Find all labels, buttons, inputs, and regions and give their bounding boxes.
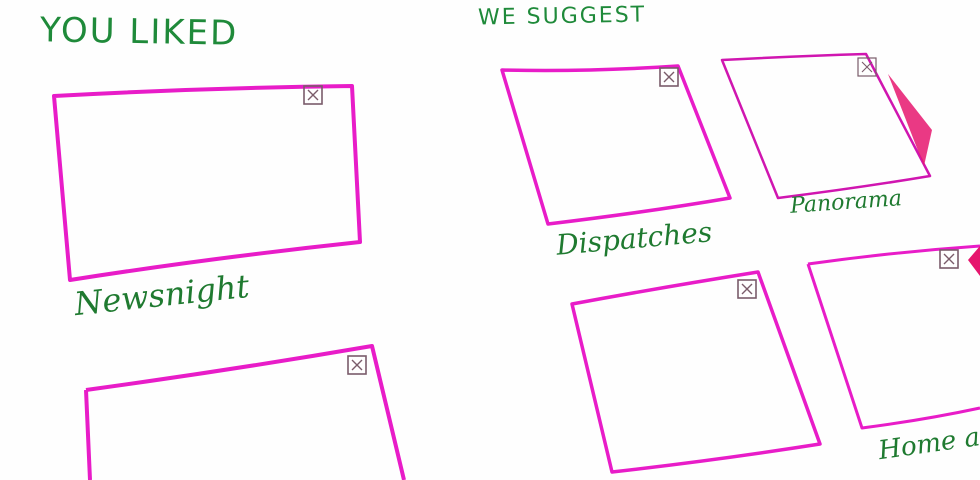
card-frame	[806, 244, 980, 430]
next-arrow-icon[interactable]	[968, 246, 980, 276]
liked-card-newsnight[interactable]	[50, 82, 365, 287]
next-arrow-icon[interactable]	[884, 72, 936, 172]
suggested-card-3[interactable]	[568, 268, 828, 478]
remove-close-icon[interactable]	[856, 56, 878, 78]
remove-close-icon[interactable]	[938, 248, 960, 270]
card-frame	[570, 270, 822, 474]
you-liked-heading: YOU LIKED	[39, 10, 239, 54]
suggested-card-dispatches[interactable]	[498, 64, 738, 234]
remove-close-icon[interactable]	[346, 354, 368, 376]
liked-card-2[interactable]	[82, 340, 412, 480]
remove-close-icon[interactable]	[658, 66, 680, 88]
we-suggest-heading: WE SUGGEST	[477, 2, 647, 31]
remove-close-icon[interactable]	[302, 84, 324, 106]
card-frame	[52, 84, 362, 282]
card-frame	[500, 64, 732, 226]
suggested-card-home[interactable]	[804, 244, 980, 444]
remove-close-icon[interactable]	[736, 278, 758, 300]
